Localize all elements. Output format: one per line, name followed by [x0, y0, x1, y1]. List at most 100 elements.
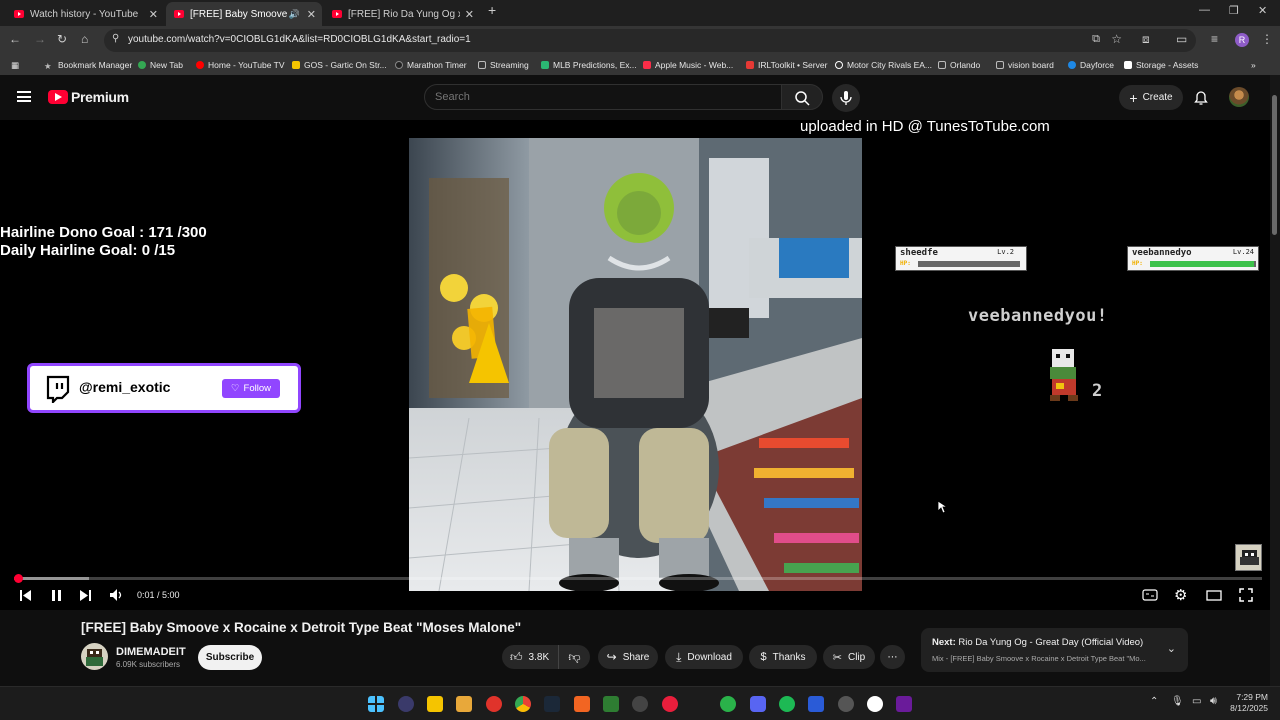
- address-bar[interactable]: ⚲ youtube.com/watch?v=0CIOBLG1dKA&list=R…: [104, 29, 1196, 52]
- search-input[interactable]: [424, 84, 782, 110]
- fullscreen-icon[interactable]: [1239, 588, 1253, 602]
- 4k-downloader-icon[interactable]: [838, 696, 854, 712]
- bookmark-item[interactable]: IRLToolkit • Server: [746, 60, 827, 70]
- bookmark-item[interactable]: Dayforce: [1068, 60, 1114, 70]
- channel-name[interactable]: DIMEMADEIT: [116, 646, 186, 658]
- opera-gx-icon[interactable]: [486, 696, 502, 712]
- search-button[interactable]: [781, 84, 823, 110]
- close-tab-icon[interactable]: ✕: [465, 8, 474, 21]
- more-bookmarks-icon[interactable]: »: [1251, 60, 1256, 70]
- app-blue-icon[interactable]: [808, 696, 824, 712]
- bookmark-folder[interactable]: Streaming: [478, 60, 529, 70]
- bookmark-item[interactable]: New Tab: [138, 60, 183, 70]
- hamburger-menu-icon[interactable]: [17, 91, 31, 102]
- xbox-icon[interactable]: [720, 696, 736, 712]
- microphone-tray-icon[interactable]: 🎙︎: [1171, 696, 1184, 707]
- reload-icon[interactable]: ↻: [57, 32, 67, 46]
- volume-tray-icon[interactable]: 🔊︎: [1210, 695, 1217, 708]
- captions-icon[interactable]: [1142, 589, 1158, 601]
- subscribe-button[interactable]: Subscribe: [198, 645, 262, 670]
- windows-start-icon[interactable]: [368, 696, 384, 712]
- obs-icon[interactable]: [632, 696, 648, 712]
- app-red-icon[interactable]: [662, 696, 678, 712]
- search-app-icon[interactable]: [398, 696, 414, 712]
- bookmark-item[interactable]: Home - YouTube TV: [196, 60, 285, 70]
- up-next-panel[interactable]: Next: Rio Da Yung Og - Great Day (Offici…: [921, 628, 1188, 672]
- forward-icon[interactable]: →: [34, 32, 46, 46]
- bookmark-folder[interactable]: vision board: [996, 60, 1054, 70]
- voice-search-button[interactable]: [832, 84, 860, 112]
- chrome-icon[interactable]: [515, 696, 531, 712]
- speaker-icon[interactable]: 🔊: [289, 9, 300, 20]
- steam-icon[interactable]: [544, 696, 560, 712]
- clock[interactable]: 7:29 PM 8/12/2025: [1226, 692, 1268, 714]
- sticky-notes-icon[interactable]: [427, 696, 443, 712]
- bookmark-item[interactable]: Motor City Rivals EA...: [835, 60, 932, 70]
- back-icon[interactable]: ←: [9, 32, 21, 46]
- tab-watch-history[interactable]: Watch history - YouTube ✕: [6, 2, 164, 26]
- discord-icon[interactable]: [750, 696, 766, 712]
- chevron-down-icon[interactable]: ⌄: [1167, 642, 1176, 655]
- more-actions-button[interactable]: ⋯: [880, 645, 905, 669]
- bookmark-item[interactable]: MLB Predictions, Ex...: [541, 60, 637, 70]
- maximize-icon[interactable]: ❐: [1229, 4, 1239, 17]
- tray-overflow-icon[interactable]: ⌃: [1150, 696, 1158, 707]
- close-window-icon[interactable]: ✕: [1258, 4, 1267, 17]
- bookmark-star-icon[interactable]: ☆: [1111, 32, 1122, 46]
- app-white-icon[interactable]: [867, 696, 883, 712]
- excel-icon[interactable]: [603, 696, 619, 712]
- theater-mode-icon[interactable]: [1206, 590, 1222, 601]
- youtube-logo[interactable]: Premium: [48, 89, 129, 105]
- new-tab-icon[interactable]: +: [488, 2, 496, 18]
- file-explorer-icon[interactable]: [456, 696, 472, 712]
- channel-watermark-icon[interactable]: [1235, 544, 1262, 571]
- download-button[interactable]: ⤓ Download: [665, 645, 743, 669]
- vlc-icon[interactable]: [574, 696, 590, 712]
- dislike-button[interactable]: 👎︎: [558, 645, 590, 669]
- youtube-tv-favicon-icon: [196, 61, 204, 69]
- next-icon[interactable]: [79, 589, 92, 602]
- bookmark-item[interactable]: ★ Bookmark Manager: [44, 60, 132, 71]
- bookmark-folder[interactable]: Orlando: [938, 60, 980, 70]
- pause-icon[interactable]: [50, 589, 63, 602]
- thanks-button[interactable]: $ Thanks: [749, 645, 817, 669]
- bookmark-item[interactable]: Storage - Assets: [1124, 60, 1198, 70]
- settings-gear-icon[interactable]: ⚙: [1174, 586, 1187, 604]
- minimize-icon[interactable]: —: [1199, 4, 1210, 16]
- mlb-favicon-icon: [541, 61, 549, 69]
- extensions-icon[interactable]: ⧈: [1142, 32, 1150, 47]
- home-icon[interactable]: ⌂: [81, 32, 88, 46]
- profile-avatar[interactable]: R: [1235, 33, 1249, 47]
- bookmark-item[interactable]: Marathon Timer: [395, 60, 467, 70]
- scrollbar-thumb[interactable]: [1272, 95, 1277, 235]
- display-tray-icon[interactable]: ▭: [1192, 696, 1201, 707]
- bookmark-item[interactable]: Apple Music - Web...: [643, 60, 733, 70]
- notifications-bell-icon[interactable]: [1193, 90, 1209, 106]
- player1-level: Lv.2: [997, 248, 1014, 256]
- media-controls-icon[interactable]: ≡: [1211, 32, 1218, 46]
- video-watermark: uploaded in HD @ TunesToTube.com: [800, 118, 1050, 135]
- previous-icon[interactable]: [19, 589, 32, 602]
- scrubber-handle[interactable]: [13, 574, 23, 583]
- channel-avatar[interactable]: [81, 643, 108, 670]
- create-button[interactable]: + Create: [1119, 85, 1183, 110]
- cast-icon[interactable]: ▭: [1176, 32, 1187, 46]
- clip-button[interactable]: ✂ Clip: [823, 645, 875, 669]
- browser-menu-icon[interactable]: ⋮: [1261, 32, 1273, 46]
- apps-grid-icon[interactable]: ▦: [11, 60, 19, 71]
- close-tab-icon[interactable]: ✕: [149, 8, 158, 21]
- like-button[interactable]: 👍︎ 3.8K: [502, 645, 558, 669]
- page-scrollbar[interactable]: [1270, 75, 1280, 686]
- volume-icon[interactable]: [109, 588, 124, 602]
- tab-current-video[interactable]: [FREE] Baby Smoove x Roca 🔊 ✕: [166, 2, 322, 26]
- next-app-icon[interactable]: [896, 696, 912, 712]
- site-info-icon[interactable]: ⚲: [112, 33, 119, 44]
- account-avatar[interactable]: [1229, 87, 1249, 107]
- tab-rio-video[interactable]: [FREE] Rio Da Yung Og x Flint ✕: [324, 2, 480, 26]
- install-app-icon[interactable]: ⧉: [1092, 33, 1100, 46]
- share-button[interactable]: ↪ Share: [598, 645, 658, 669]
- bookmark-item[interactable]: GOS - Gartic On Str...: [292, 60, 387, 70]
- spotify-icon[interactable]: [779, 696, 795, 712]
- close-tab-icon[interactable]: ✕: [307, 8, 316, 21]
- progress-bar[interactable]: [13, 574, 1262, 583]
